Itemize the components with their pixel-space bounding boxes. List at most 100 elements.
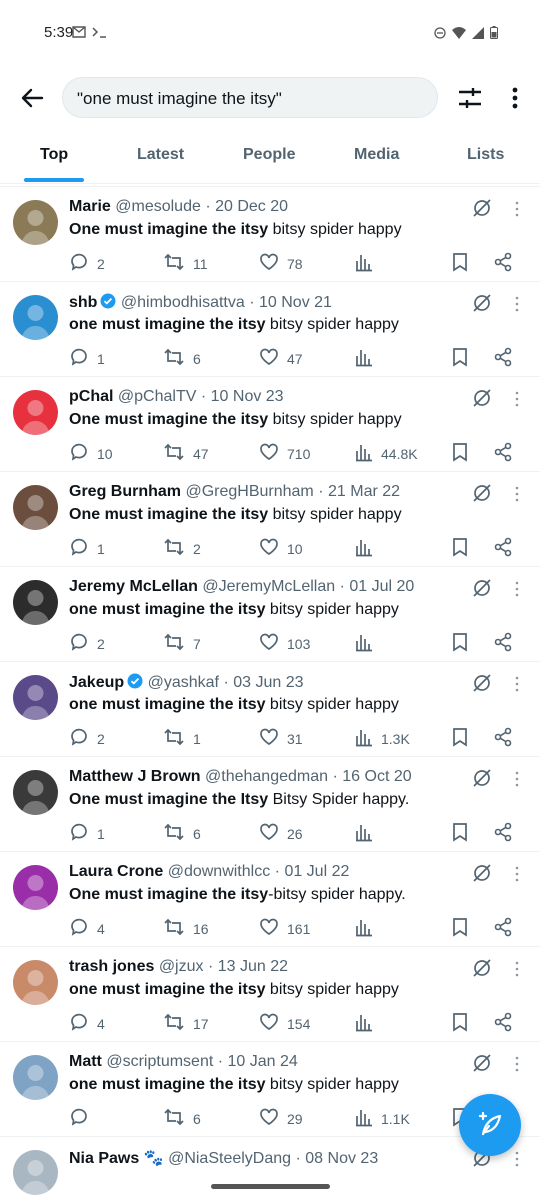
reply-button[interactable]: 4 [69,917,105,940]
tweet-row[interactable]: Jakeup @yashkaf · 03 Jun 23 one must ima… [0,661,540,756]
views-button[interactable] [355,822,381,845]
author-handle[interactable]: @downwithlcc [168,863,271,880]
author-handle[interactable]: @JeremyMcLellan [202,578,335,595]
author-handle[interactable]: @jzux [159,958,204,975]
tab-top[interactable]: Top [40,146,68,164]
author-name[interactable]: trash jones [69,958,154,975]
like-button[interactable]: 103 [259,632,310,655]
retweet-button[interactable]: 1 [163,727,201,750]
like-button[interactable]: 161 [259,917,310,940]
like-button[interactable]: 10 [259,537,303,560]
like-button[interactable]: 31 [259,727,303,750]
more-options-icon[interactable] [512,485,522,503]
views-button[interactable] [355,1012,381,1035]
reply-button[interactable]: 2 [69,727,105,750]
tweet-row[interactable]: Jeremy McLellan @JeremyMcLellan · 01 Jul… [0,566,540,661]
like-button[interactable]: 710 [259,442,310,465]
grok-icon[interactable] [472,768,492,788]
views-button[interactable]: 1.3K [355,727,410,750]
more-options-icon[interactable] [512,580,522,598]
more-options-icon[interactable] [512,390,522,408]
avatar[interactable] [13,485,58,530]
grok-icon[interactable] [472,863,492,883]
reply-button[interactable]: 2 [69,252,105,275]
author-handle[interactable]: @himbodhisattva [121,294,245,311]
share-button[interactable] [493,727,513,750]
grok-icon[interactable] [472,1053,492,1073]
share-button[interactable] [493,347,513,370]
bookmark-button[interactable] [451,537,469,560]
author-name[interactable]: pChal [69,388,113,405]
like-button[interactable]: 26 [259,822,303,845]
more-options-icon[interactable] [512,865,522,883]
more-options-icon[interactable] [512,960,522,978]
views-button[interactable] [355,632,381,655]
avatar[interactable] [13,865,58,910]
share-button[interactable] [493,442,513,465]
tweet-date[interactable]: 01 Jul 20 [349,578,414,595]
grok-icon[interactable] [472,578,492,598]
tweet-date[interactable]: 10 Jan 24 [228,1053,298,1070]
like-button[interactable]: 47 [259,347,303,370]
more-options-icon[interactable] [512,770,522,788]
tweet-date[interactable]: 10 Nov 23 [211,388,284,405]
avatar[interactable] [13,770,58,815]
tweet-date[interactable]: 16 Oct 20 [342,768,411,785]
like-button[interactable]: 78 [259,252,303,275]
share-button[interactable] [493,1012,513,1035]
more-options-icon[interactable] [512,1150,522,1168]
bookmark-button[interactable] [451,1012,469,1035]
bookmark-button[interactable] [451,727,469,750]
tweet-row[interactable]: trash jones @jzux · 13 Jun 22 one must i… [0,946,540,1041]
more-vertical-icon[interactable] [504,84,526,112]
back-arrow-icon[interactable] [18,84,46,112]
retweet-button[interactable]: 6 [163,1107,201,1130]
avatar[interactable] [13,960,58,1005]
retweet-button[interactable]: 16 [163,917,209,940]
share-button[interactable] [493,632,513,655]
author-name[interactable]: Marie [69,198,111,215]
author-handle[interactable]: @GregHBurnham [185,483,313,500]
grok-icon[interactable] [472,483,492,503]
retweet-button[interactable]: 6 [163,822,201,845]
retweet-button[interactable]: 7 [163,632,201,655]
tab-people[interactable]: People [243,146,295,164]
more-options-icon[interactable] [512,200,522,218]
grok-icon[interactable] [472,293,492,313]
retweet-button[interactable]: 47 [163,442,209,465]
avatar[interactable] [13,580,58,625]
like-button[interactable]: 154 [259,1012,310,1035]
avatar[interactable] [13,200,58,245]
more-options-icon[interactable] [512,675,522,693]
grok-icon[interactable] [472,673,492,693]
tweet-row[interactable]: Greg Burnham @GregHBurnham · 21 Mar 22 O… [0,471,540,566]
reply-button[interactable]: 2 [69,632,105,655]
retweet-button[interactable]: 11 [163,252,208,275]
compose-button[interactable] [459,1094,521,1156]
share-button[interactable] [493,537,513,560]
tweet-date[interactable]: 21 Mar 22 [328,483,400,500]
avatar[interactable] [13,390,58,435]
tweet-row[interactable]: Matthew J Brown @thehangedman · 16 Oct 2… [0,756,540,851]
avatar[interactable] [13,675,58,720]
tweet-row[interactable]: Nia Paws 🐾 @NiaSteelyDang · 08 Nov 23 [0,1136,540,1200]
tweet-row[interactable]: Laura Crone @downwithlcc · 01 Jul 22 One… [0,851,540,946]
views-button[interactable]: 1.1K [355,1107,410,1130]
author-name[interactable]: shb [69,294,97,311]
retweet-button[interactable]: 17 [163,1012,209,1035]
tab-media[interactable]: Media [354,146,399,164]
tweet-date[interactable]: 10 Nov 21 [259,294,332,311]
bookmark-button[interactable] [451,917,469,940]
reply-button[interactable]: 1 [69,537,105,560]
author-name[interactable]: Matt [69,1053,102,1070]
author-name[interactable]: Nia Paws 🐾 [69,1150,164,1167]
like-button[interactable]: 29 [259,1107,303,1130]
tweet-date[interactable]: 13 Jun 22 [218,958,288,975]
more-options-icon[interactable] [512,1055,522,1073]
tweet-feed[interactable]: Marie @mesolude · 20 Dec 20 One must ima… [0,186,540,1200]
bookmark-button[interactable] [451,632,469,655]
home-indicator[interactable] [211,1184,330,1189]
retweet-button[interactable]: 6 [163,347,201,370]
tweet-date[interactable]: 01 Jul 22 [284,863,349,880]
bookmark-button[interactable] [451,442,469,465]
